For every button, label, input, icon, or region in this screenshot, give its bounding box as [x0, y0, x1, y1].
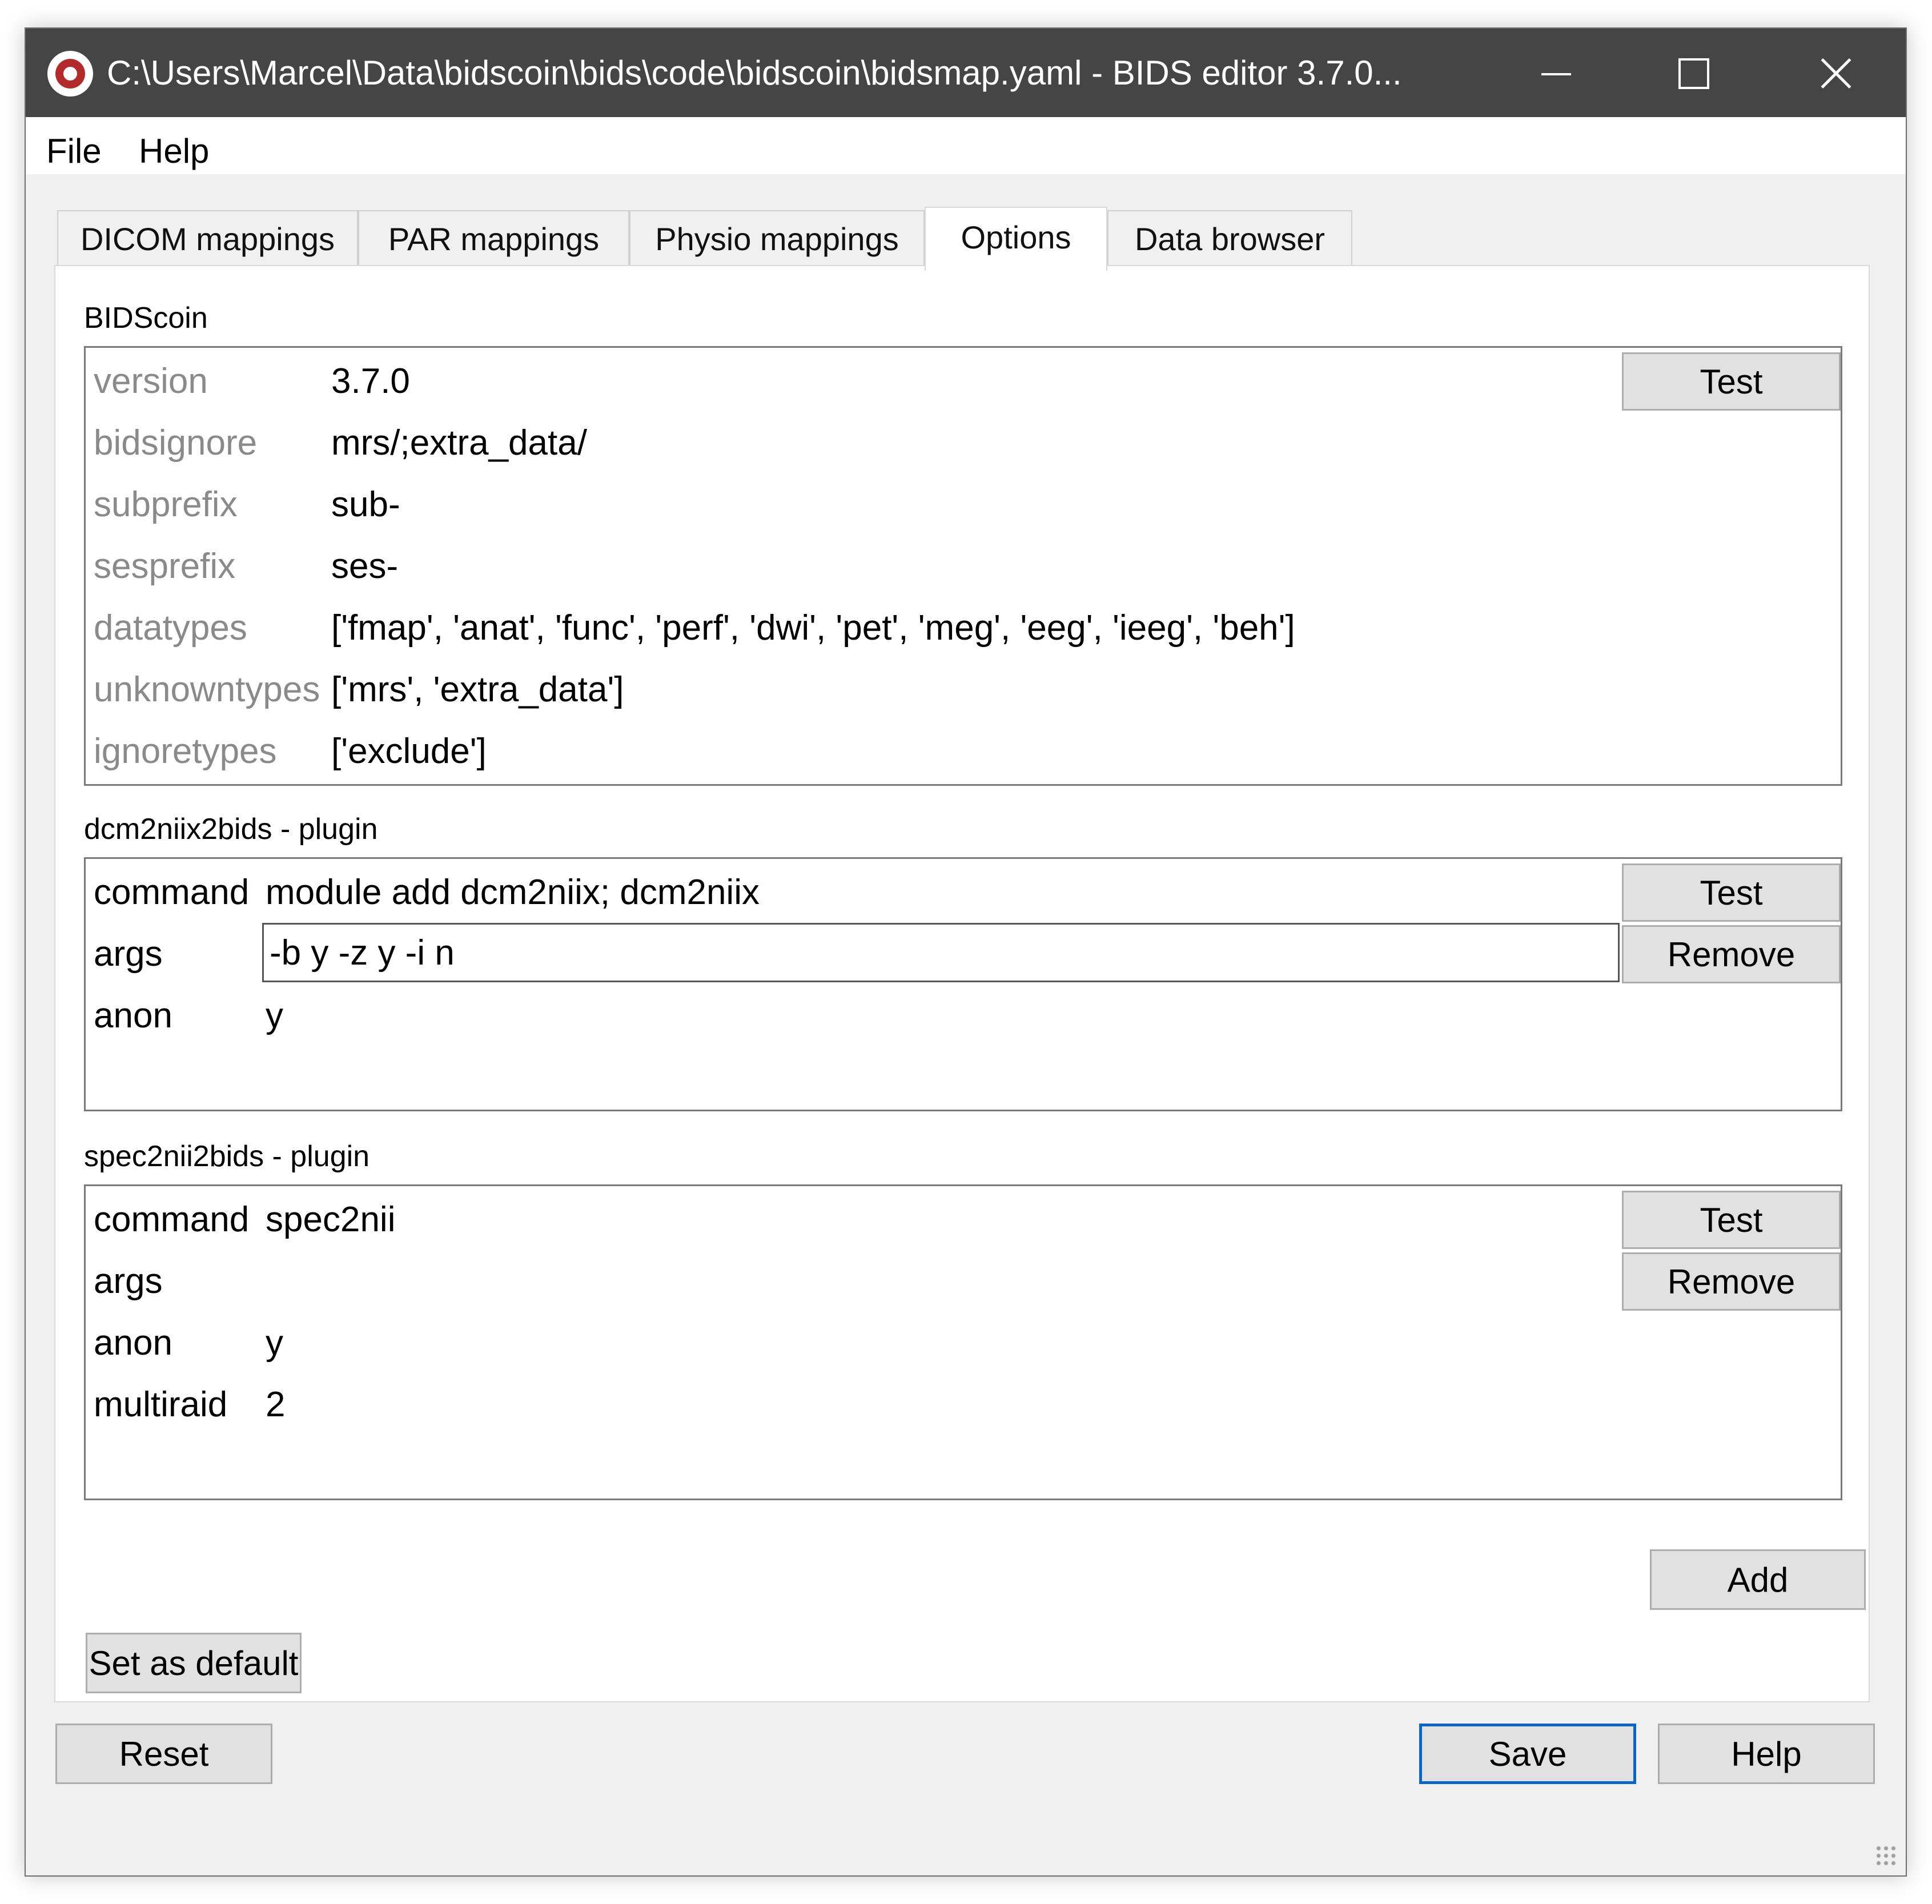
table-row: unknowntypes ['mrs', 'extra_data']	[86, 656, 1841, 718]
option-key: sesprefix	[94, 547, 236, 586]
table-row: subprefix sub-	[86, 471, 1841, 533]
dcm2niix-test-button[interactable]: Test	[1622, 863, 1841, 922]
option-key: anon	[94, 996, 172, 1035]
menu-file[interactable]: File	[46, 131, 102, 171]
help-button[interactable]: Help	[1658, 1724, 1875, 1784]
spec2nii-remove-button[interactable]: Remove	[1622, 1252, 1841, 1311]
option-key: args	[94, 1262, 163, 1301]
option-value[interactable]: ['exclude']	[331, 730, 487, 773]
tab-options[interactable]: Options	[925, 207, 1107, 271]
option-key: command	[94, 1200, 250, 1239]
bidscoin-logo-icon	[47, 51, 93, 97]
resize-grip-icon[interactable]	[1875, 1845, 1898, 1867]
option-value[interactable]: y	[266, 1322, 283, 1364]
table-row: command module add dcm2niix; dcm2niix	[86, 859, 1841, 921]
table-row: anon y	[86, 982, 1841, 1044]
spec2nii-section-label: spec2nii2bids - plugin	[84, 1140, 370, 1173]
reset-button[interactable]: Reset	[55, 1724, 272, 1784]
spec2nii-options-table: command spec2nii args anon y multiraid 2…	[84, 1184, 1842, 1500]
window-title: C:\Users\Marcel\Data\bidscoin\bids\code\…	[107, 54, 1402, 92]
args-edit-field[interactable]	[262, 923, 1620, 982]
table-row: command spec2nii	[86, 1186, 1841, 1248]
option-value[interactable]: ses-	[331, 545, 398, 588]
option-value[interactable]: y	[266, 995, 283, 1037]
title-bar[interactable]: C:\Users\Marcel\Data\bidscoin\bids\code\…	[26, 29, 1906, 117]
menu-bar: File Help	[26, 117, 1906, 174]
option-key: datatypes	[94, 608, 247, 648]
option-key: unknowntypes	[94, 670, 320, 709]
table-row: args	[86, 921, 1841, 982]
tab-data-browser[interactable]: Data browser	[1107, 210, 1352, 266]
table-row: version 3.7.0	[86, 348, 1841, 409]
menu-help[interactable]: Help	[139, 131, 209, 171]
option-value[interactable]: ['fmap', 'anat', 'func', 'perf', 'dwi', …	[331, 607, 1295, 649]
minimize-icon[interactable]	[1488, 29, 1625, 117]
bidscoin-section-label: BIDScoin	[84, 302, 208, 335]
option-value[interactable]: mrs/;extra_data/	[331, 422, 587, 464]
table-row: multiraid 2	[86, 1371, 1841, 1433]
bids-editor-window: C:\Users\Marcel\Data\bidscoin\bids\code\…	[25, 27, 1907, 1877]
option-value[interactable]: sub-	[331, 484, 400, 526]
tab-dicom-mappings[interactable]: DICOM mappings	[57, 210, 358, 266]
option-value[interactable]: module add dcm2niix; dcm2niix	[266, 871, 760, 914]
save-button[interactable]: Save	[1419, 1724, 1636, 1784]
option-value[interactable]: 2	[266, 1384, 285, 1426]
dcm2niix-options-table: command module add dcm2niix; dcm2niix ar…	[84, 857, 1842, 1111]
option-key: bidsignore	[94, 423, 258, 463]
options-tab-pane: BIDScoin version 3.7.0 bidsignore mrs/;e…	[54, 265, 1870, 1702]
option-key: multiraid	[94, 1385, 228, 1424]
option-key: args	[94, 934, 163, 974]
option-key: anon	[94, 1323, 172, 1363]
option-key: command	[94, 873, 250, 912]
option-key: subprefix	[94, 485, 238, 524]
option-value[interactable]: 3.7.0	[331, 360, 410, 403]
table-row: sesprefix ses-	[86, 533, 1841, 595]
table-row: ignoretypes ['exclude']	[86, 718, 1841, 780]
option-value[interactable]: spec2nii	[266, 1199, 395, 1241]
tab-physio-mappings[interactable]: Physio mappings	[629, 210, 925, 266]
option-key: ignoretypes	[94, 732, 277, 771]
bidscoin-test-button[interactable]: Test	[1622, 352, 1841, 411]
option-value[interactable]: ['mrs', 'extra_data']	[331, 669, 624, 711]
tab-par-mappings[interactable]: PAR mappings	[358, 210, 629, 266]
dcm2niix-section-label: dcm2niix2bids - plugin	[84, 813, 378, 846]
table-row: bidsignore mrs/;extra_data/	[86, 409, 1841, 471]
table-row: datatypes ['fmap', 'anat', 'func', 'perf…	[86, 595, 1841, 656]
bidscoin-options-table: version 3.7.0 bidsignore mrs/;extra_data…	[84, 346, 1842, 786]
table-row: anon y	[86, 1309, 1841, 1371]
add-plugin-button[interactable]: Add	[1650, 1549, 1866, 1610]
dcm2niix-remove-button[interactable]: Remove	[1622, 925, 1841, 983]
set-as-default-button[interactable]: Set as default	[86, 1633, 302, 1693]
table-row: args	[86, 1248, 1841, 1309]
maximize-icon[interactable]	[1625, 29, 1762, 117]
close-icon[interactable]	[1765, 29, 1902, 117]
option-key: version	[94, 361, 208, 401]
spec2nii-test-button[interactable]: Test	[1622, 1191, 1841, 1249]
